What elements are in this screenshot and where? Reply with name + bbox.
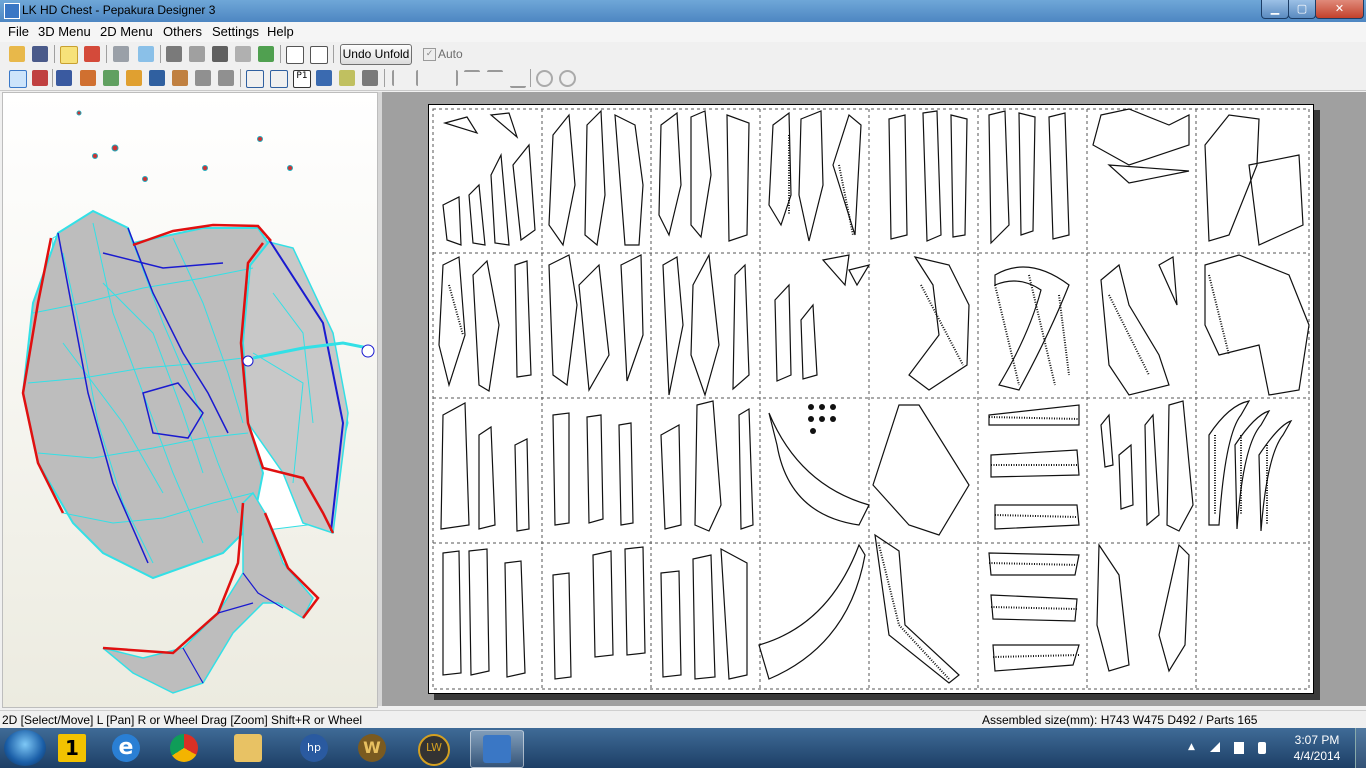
light-icon[interactable] [60,46,78,64]
taskbar: 1 e hp W LW ▲ 3:07 PM 4/4/2014 [0,728,1366,768]
split-view-icon[interactable] [310,46,328,64]
ruler-icon[interactable] [56,70,72,86]
title-bar: LK HD Chest - Pepakura Designer 3 ▁ ▢ ✕ [0,0,1366,22]
align-right-icon[interactable] [440,70,458,86]
menu-bar: File 3D Menu 2D Menu Others Settings Hel… [0,22,1366,42]
cylinder-icon[interactable] [189,46,205,62]
status-bar: 2D [Select/Move] L [Pan] R or Wheel Drag… [0,710,1366,729]
show-desktop-button[interactable] [1355,728,1366,768]
taskbar-windows-explorer[interactable] [222,730,274,766]
status-mode-hint: 2D [Select/Move] L [Pan] R or Wheel Drag… [2,713,363,727]
pepakura-app-icon [4,3,20,19]
2d-view[interactable] [382,92,1366,706]
livewire-icon: LW [418,734,450,766]
edit-toolbar: P1 [0,66,1366,91]
pepakura-icon [483,735,511,763]
image-icon[interactable] [149,70,165,86]
paint-icon[interactable] [172,70,188,86]
select-parts-icon[interactable] [258,46,274,62]
hp-icon: hp [300,734,328,762]
folder-icon [234,734,262,762]
menu-file[interactable]: File [8,24,29,39]
arrange-icon[interactable] [270,70,288,88]
cube-icon[interactable] [113,46,129,62]
taskbar-hp-app[interactable]: hp [288,730,340,766]
numbered-app-icon: 1 [58,734,86,762]
fold-icon[interactable] [235,46,251,62]
menu-settings[interactable]: Settings [212,24,259,39]
main-toolbar: Undo Unfold ✓ Auto [0,42,1366,66]
minimize-button[interactable]: ▁ [1261,0,1289,19]
align-top-icon[interactable] [464,70,480,88]
3d-view[interactable] [2,92,378,708]
open-icon[interactable] [9,46,25,62]
auto-checkbox[interactable]: ✓ [423,48,436,61]
printer-icon[interactable] [362,70,378,86]
save-icon[interactable] [32,46,48,62]
text-icon[interactable] [126,70,142,86]
menu-2d[interactable]: 2D Menu [100,24,153,39]
align-left-icon[interactable] [392,70,410,86]
single-view-icon[interactable] [286,46,304,64]
page-icon[interactable]: P1 [293,70,311,88]
menu-help[interactable]: Help [267,24,294,39]
taskbar-chrome[interactable] [158,730,210,766]
start-button[interactable] [4,730,46,766]
3d-model [21,110,375,694]
auto-label: Auto [438,47,463,61]
window-title: LK HD Chest - Pepakura Designer 3 [22,3,216,17]
align-bottom-icon[interactable] [510,70,526,88]
maximize-button[interactable]: ▢ [1288,0,1316,19]
network-icon[interactable] [1210,742,1220,752]
align-center-icon[interactable] [416,70,434,86]
pencil-icon[interactable] [166,46,182,62]
taskbar-internet-explorer[interactable]: e [100,730,152,766]
internet-explorer-icon: e [112,734,140,762]
undo-icon[interactable] [195,70,211,86]
menu-3d[interactable]: 3D Menu [38,24,91,39]
anchor-icon[interactable] [212,46,228,62]
rotate-ccw-90-icon[interactable] [536,70,553,87]
tray-expand-icon[interactable]: ▲ [1188,742,1200,754]
volume-icon[interactable] [1258,742,1266,754]
align-middle-icon[interactable] [487,70,503,88]
battery-icon[interactable] [1234,742,1244,754]
chrome-icon [170,734,198,762]
taskbar-numbered-app[interactable]: 1 [52,730,104,766]
rotate-part-icon[interactable] [103,70,119,86]
unfolded-parts-layout [432,108,1310,690]
close-button[interactable]: ✕ [1315,0,1364,19]
texture-icon[interactable] [339,70,355,86]
print-layout-icon[interactable] [316,70,332,86]
texture-cube-icon[interactable] [138,46,154,62]
status-assembled-size: Assembled size(mm): H743 W475 D492 / Par… [982,713,1258,727]
clock-time[interactable]: 3:07 PM [1292,733,1342,747]
select-move-icon[interactable] [9,70,27,88]
color-cube-icon[interactable] [84,46,100,62]
fit-page-icon[interactable] [246,70,264,88]
undo-unfold-button[interactable]: Undo Unfold [340,44,412,65]
taskbar-pepakura-app[interactable] [470,730,524,768]
join-icon[interactable] [80,70,96,86]
menu-others[interactable]: Others [163,24,202,39]
redo-icon[interactable] [218,70,234,86]
clock-date[interactable]: 4/4/2014 [1292,749,1342,763]
print-sheet [428,104,1314,694]
rotate-cw-90-icon[interactable] [559,70,576,87]
warcraft-icon: W [358,734,386,762]
edit-flaps-icon[interactable] [32,70,48,86]
taskbar-livewire-app[interactable]: LW [406,730,458,766]
taskbar-warcraft-app[interactable]: W [346,730,398,766]
